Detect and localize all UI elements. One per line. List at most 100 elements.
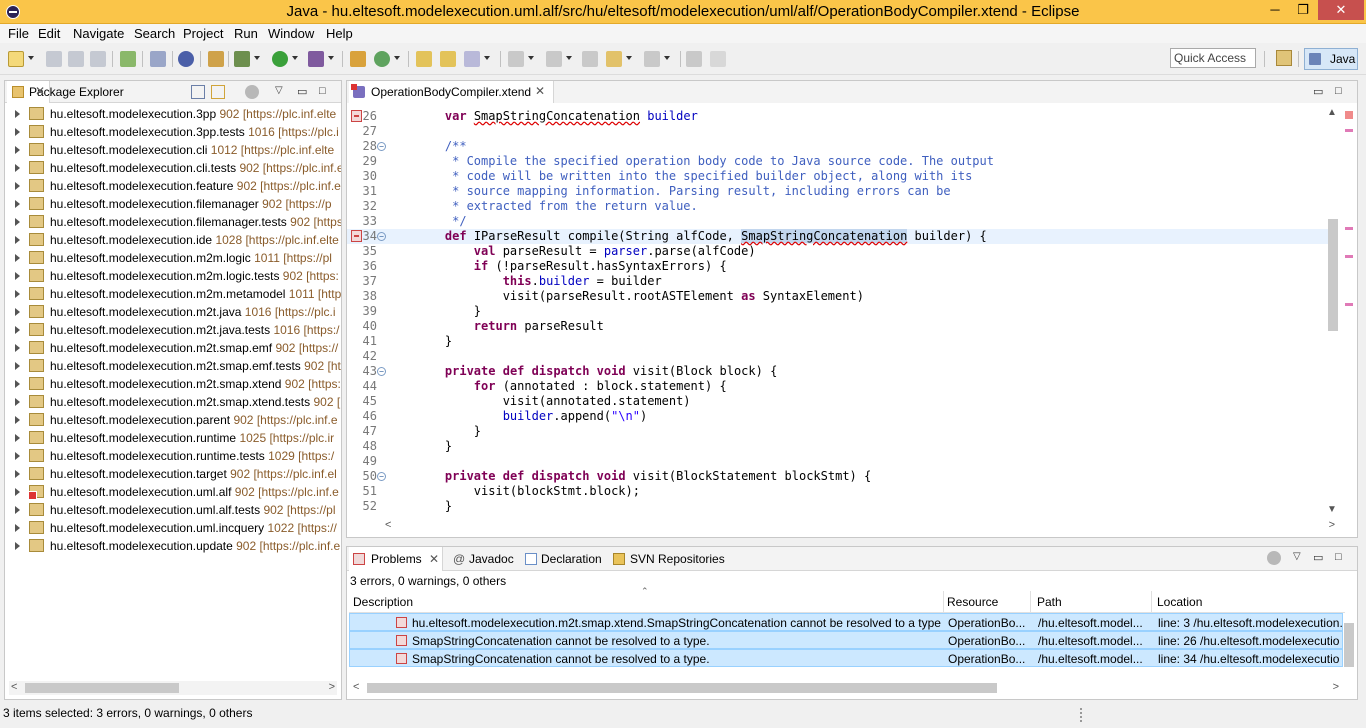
tree-item-project[interactable]: hu.eltesoft.modelexecution.m2t.smap.xten… [5,393,341,411]
close-icon[interactable]: ✕ [35,84,45,98]
next-annotation-icon[interactable] [508,51,524,67]
menu-edit[interactable]: Edit [38,26,60,41]
expand-arrow-icon[interactable] [15,344,20,352]
coverage-icon[interactable] [308,51,324,67]
menu-navigate[interactable]: Navigate [73,26,124,41]
column-header-description[interactable]: Description [353,595,413,609]
close-icon[interactable]: ✕ [535,84,545,98]
fold-toggle-icon[interactable]: − [377,142,386,151]
code-editor[interactable]: 26 var SmapStringConcatenation builder 27… [347,107,1357,515]
menu-file[interactable]: File [8,26,29,41]
link-with-editor-icon[interactable] [211,85,225,99]
minimize-button[interactable]: ─ [1262,0,1288,20]
tree-item-project[interactable]: hu.eltesoft.modelexecution.m2m.logic.tes… [5,267,341,285]
open-task-icon[interactable] [440,51,456,67]
fold-toggle-icon[interactable]: − [377,472,386,481]
fold-toggle-icon[interactable]: − [377,232,386,241]
code-line[interactable]: 39 } [347,304,1329,319]
code-line[interactable]: 44 for (annotated : block.statement) { [347,379,1329,394]
code-line[interactable]: 38 visit(parseResult.rootASTElement as S… [347,289,1329,304]
expand-arrow-icon[interactable] [15,416,20,424]
close-icon[interactable]: ✕ [429,552,439,566]
tree-item-project[interactable]: hu.eltesoft.modelexecution.ide 1028 [htt… [5,231,341,249]
expand-arrow-icon[interactable] [15,380,20,388]
expand-arrow-icon[interactable] [15,362,20,370]
tree-item-project[interactable]: hu.eltesoft.modelexecution.filemanager 9… [5,195,341,213]
code-line[interactable]: 42 [347,349,1329,364]
debug-dropdown-icon[interactable] [254,56,260,60]
code-line[interactable]: 34− def IParseResult compile(String alfC… [347,229,1329,244]
code-line[interactable]: 26 var SmapStringConcatenation builder [347,109,1329,124]
new-class-icon[interactable] [374,51,390,67]
problem-row[interactable]: SmapStringConcatenation cannot be resolv… [349,649,1343,667]
new-java-project-icon[interactable] [350,51,366,67]
view-settings-icon[interactable] [245,85,259,99]
status-bar-grip[interactable] [1080,708,1083,722]
tree-item-project[interactable]: hu.eltesoft.modelexecution.3pp 902 [http… [5,105,341,123]
expand-arrow-icon[interactable] [15,272,20,280]
toggle-mark-icon[interactable] [710,51,726,67]
editor-vscroll[interactable]: ▲ ▼ [1325,107,1339,515]
quick-access-field[interactable]: Quick Access [1170,48,1256,68]
next-annotation-dropdown-icon[interactable] [528,56,534,60]
menu-window[interactable]: Window [268,26,314,41]
prev-annotation-dropdown-icon[interactable] [566,56,572,60]
tree-item-project[interactable]: hu.eltesoft.modelexecution.m2t.smap.emf.… [5,357,341,375]
tree-item-project[interactable]: hu.eltesoft.modelexecution.uml.alf.tests… [5,501,341,519]
save-icon[interactable] [46,51,62,67]
tab-operation-body-compiler[interactable]: OperationBodyCompiler.xtend ✕ [349,81,554,103]
view-menu-icon[interactable]: ▽ [1293,551,1307,565]
expand-arrow-icon[interactable] [15,308,20,316]
build-icon[interactable] [120,51,136,67]
code-line[interactable]: 53 [347,514,1329,515]
run-dropdown-icon[interactable] [292,56,298,60]
expand-arrow-icon[interactable] [15,488,20,496]
tab-package-explorer[interactable]: Package Explorer ✕ [7,81,124,103]
expand-arrow-icon[interactable] [15,182,20,190]
scroll-down-icon[interactable]: ▼ [1327,504,1337,515]
expand-arrow-icon[interactable] [15,434,20,442]
tree-item-project[interactable]: hu.eltesoft.modelexecution.feature 902 [… [5,177,341,195]
expand-arrow-icon[interactable] [15,470,20,478]
expand-arrow-icon[interactable] [15,110,20,118]
expand-arrow-icon[interactable] [15,218,20,226]
menu-project[interactable]: Project [183,26,223,41]
column-divider[interactable] [1151,591,1152,613]
code-line[interactable]: 29 * Compile the specified operation bod… [347,154,1329,169]
scroll-thumb[interactable] [1344,623,1354,667]
new-dropdown-icon[interactable] [28,56,34,60]
problems-hscroll[interactable]: < > [351,681,1341,695]
menu-run[interactable]: Run [234,26,258,41]
code-line[interactable]: 33 */ [347,214,1329,229]
code-line[interactable]: 36 if (!parseResult.hasSyntaxErrors) { [347,259,1329,274]
scroll-thumb[interactable] [367,683,997,693]
column-header-path[interactable]: Path [1037,595,1062,609]
tab-javadoc[interactable]: @ Javadoc [447,547,523,571]
problem-row[interactable]: hu.eltesoft.modelexecution.m2t.smap.xten… [349,613,1343,631]
tree-item-project[interactable]: hu.eltesoft.modelexecution.3pp.tests 101… [5,123,341,141]
code-line[interactable]: 46 builder.append("\n") [347,409,1329,424]
scroll-left-icon[interactable]: < [385,519,391,531]
close-button[interactable]: ✕ [1318,0,1364,20]
tree-item-project[interactable]: hu.eltesoft.modelexecution.cli.tests 902… [5,159,341,177]
maximize-editor-icon[interactable]: □ [1335,85,1349,99]
tree-item-project[interactable]: hu.eltesoft.modelexecution.runtime.tests… [5,447,341,465]
tree-item-project[interactable]: hu.eltesoft.modelexecution.cli 1012 [htt… [5,141,341,159]
code-line[interactable]: 51 visit(blockStmt.block); [347,484,1329,499]
scroll-left-icon[interactable]: < [353,681,359,693]
error-marker[interactable] [1345,227,1353,230]
view-menu-icon[interactable]: ▽ [275,85,289,99]
maximize-view-icon[interactable]: □ [319,85,333,99]
code-line[interactable]: 30 * code will be written into the speci… [347,169,1329,184]
tree-item-project[interactable]: hu.eltesoft.modelexecution.parent 902 [h… [5,411,341,429]
tree-item-project[interactable]: hu.eltesoft.modelexecution.m2t.smap.xten… [5,375,341,393]
tree-item-project[interactable]: hu.eltesoft.modelexecution.m2t.smap.emf … [5,339,341,357]
expand-arrow-icon[interactable] [15,146,20,154]
open-type-icon[interactable] [416,51,432,67]
tab-declaration[interactable]: Declaration [523,547,605,571]
minimize-view-icon[interactable]: ▭ [297,85,311,99]
menu-search[interactable]: Search [134,26,175,41]
code-line[interactable]: 52 } [347,499,1329,514]
minimize-view-icon[interactable]: ▭ [1313,551,1327,565]
coverage-dropdown-icon[interactable] [328,56,334,60]
